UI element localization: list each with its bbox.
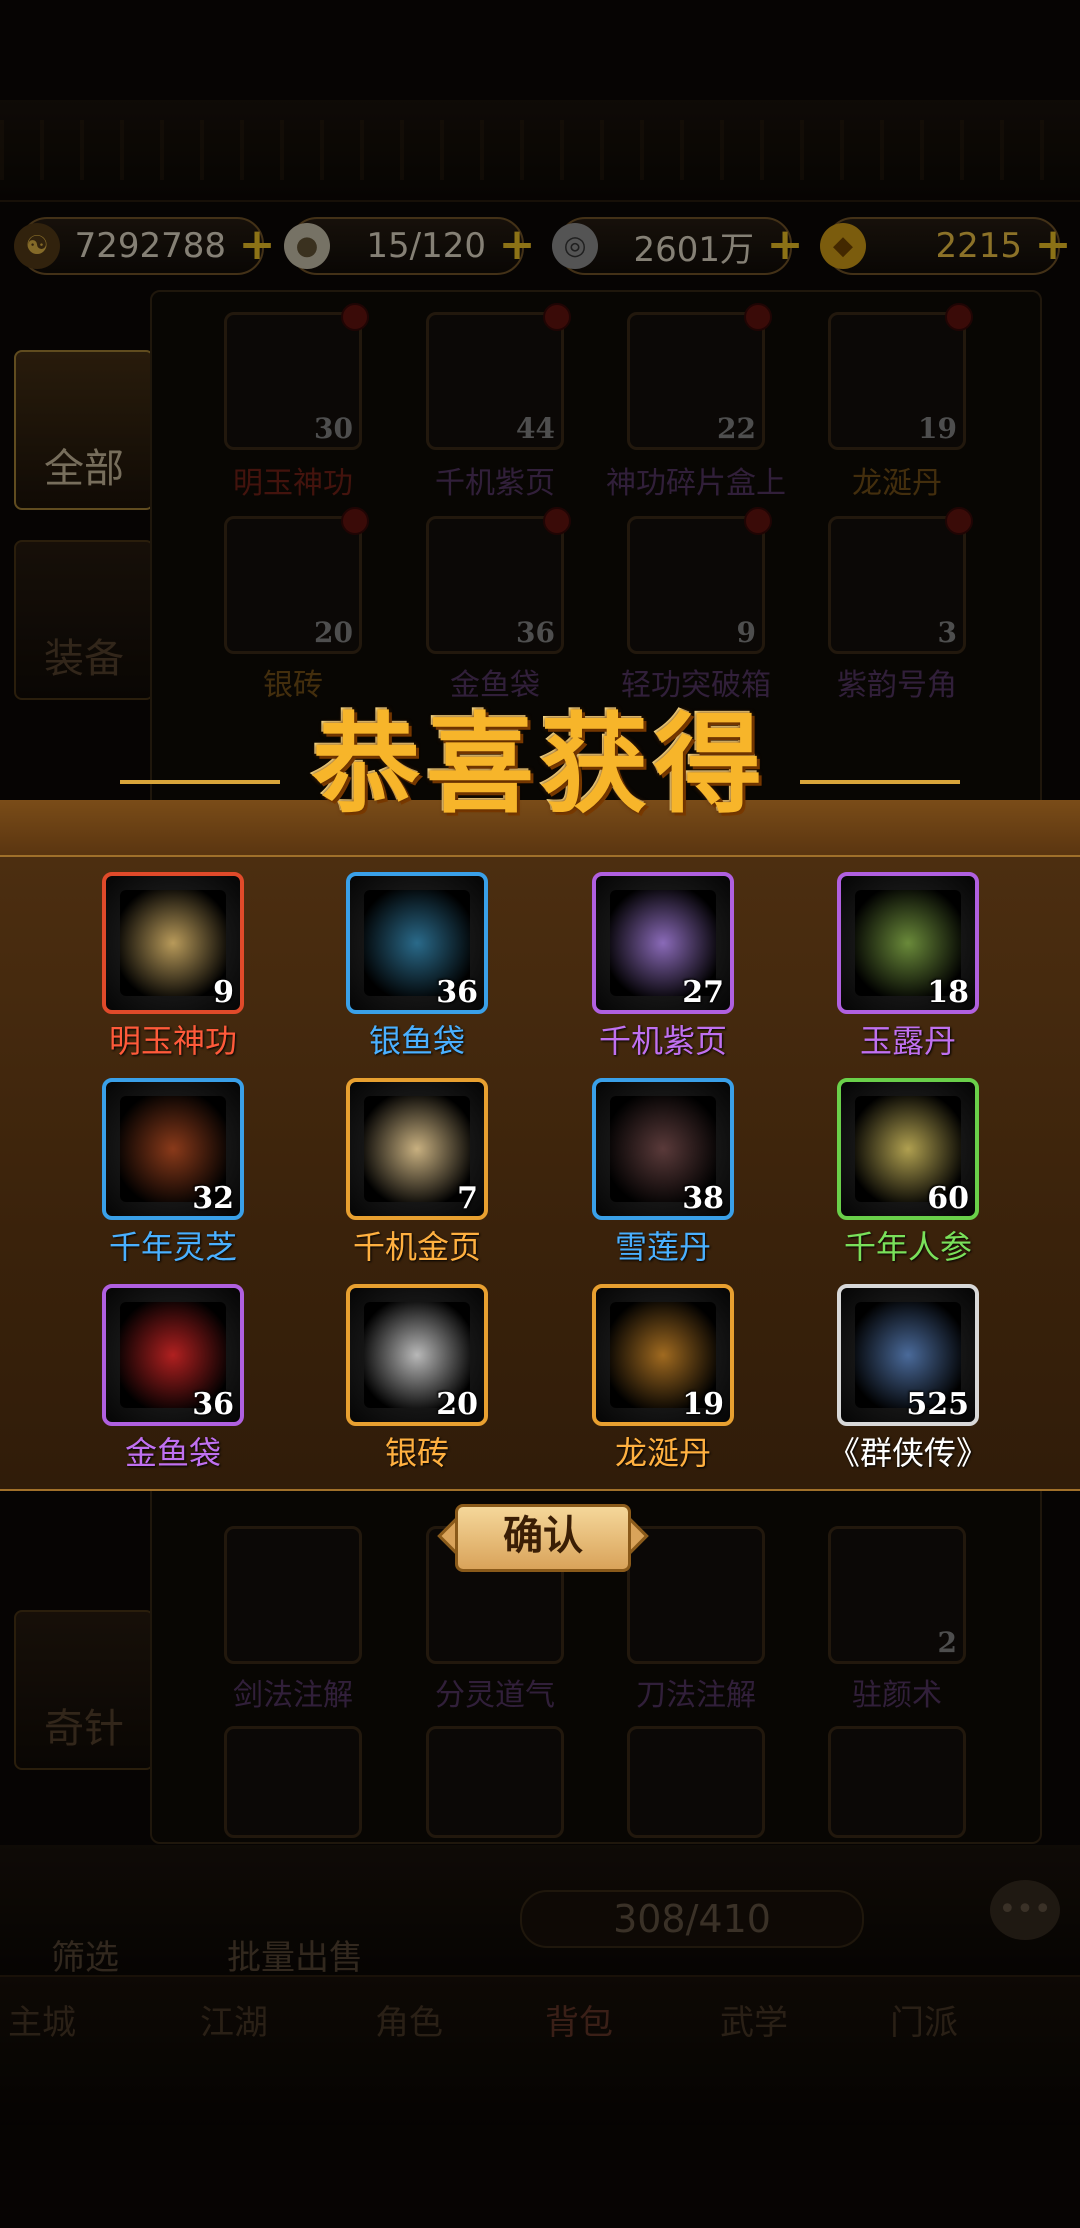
reward-count: 38 — [682, 1181, 724, 1216]
reward-label: 千机金页 — [352, 1228, 481, 1266]
reward-label: 龙涎丹 — [614, 1434, 711, 1472]
reward-item[interactable]: 32 — [102, 1078, 244, 1220]
reward-item[interactable]: 7 — [346, 1078, 488, 1220]
reward-item[interactable]: 525 — [837, 1284, 979, 1426]
reward-count: 525 — [906, 1387, 969, 1422]
reward-count: 32 — [192, 1181, 234, 1216]
reward-label: 明玉神功 — [108, 1022, 237, 1060]
confirm-button[interactable]: 确认 — [455, 1504, 631, 1572]
reward-item[interactable]: 9 — [102, 872, 244, 1014]
reward-item[interactable]: 60 — [837, 1078, 979, 1220]
reward-item[interactable]: 36 — [346, 872, 488, 1014]
reward-label: 《群侠传》 — [827, 1434, 988, 1472]
reward-count: 36 — [436, 975, 478, 1010]
reward-count: 19 — [682, 1387, 724, 1422]
reward-item[interactable]: 27 — [592, 872, 734, 1014]
reward-label: 玉露丹 — [859, 1022, 956, 1060]
reward-count: 7 — [457, 1181, 478, 1216]
reward-count: 20 — [436, 1387, 478, 1422]
reward-label: 银砖 — [384, 1434, 449, 1472]
reward-count: 9 — [213, 975, 234, 1010]
reward-item[interactable]: 36 — [102, 1284, 244, 1426]
reward-label: 金鱼袋 — [124, 1434, 221, 1472]
reward-count: 36 — [192, 1387, 234, 1422]
reward-label: 千年人参 — [843, 1228, 972, 1266]
reward-count: 27 — [682, 975, 724, 1010]
reward-label: 千机紫页 — [598, 1022, 727, 1060]
reward-count: 60 — [927, 1181, 969, 1216]
reward-count: 18 — [927, 975, 969, 1010]
item-art-icon — [120, 890, 226, 996]
reward-item[interactable]: 38 — [592, 1078, 734, 1220]
item-art-icon — [364, 1096, 470, 1202]
reward-item[interactable]: 20 — [346, 1284, 488, 1426]
reward-item[interactable]: 18 — [837, 872, 979, 1014]
reward-label: 雪莲丹 — [614, 1228, 711, 1266]
reward-item[interactable]: 19 — [592, 1284, 734, 1426]
dialog-title: 恭喜获得 — [311, 702, 768, 828]
reward-label: 银鱼袋 — [368, 1022, 465, 1060]
reward-label: 千年灵芝 — [108, 1228, 237, 1266]
